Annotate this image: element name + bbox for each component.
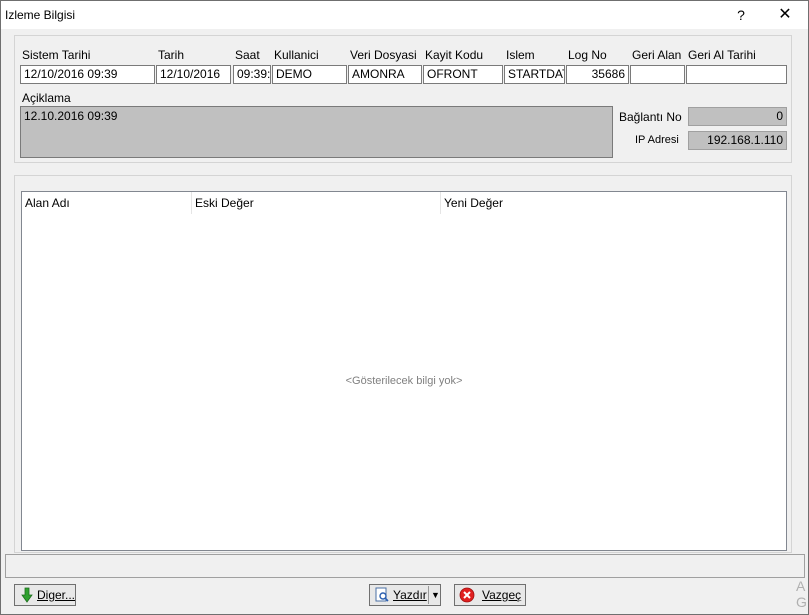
- column-header-yeni-deger[interactable]: Yeni Değer: [441, 192, 786, 214]
- label-tarih: Tarih: [158, 48, 185, 62]
- ip-adresi-field[interactable]: 192.168.1.110: [688, 131, 787, 150]
- green-down-arrow-icon: [21, 587, 33, 603]
- close-button[interactable]: ✕: [773, 5, 797, 25]
- print-preview-icon: [375, 587, 389, 602]
- status-bar: [5, 554, 805, 578]
- window-title: Izleme Bilgisi: [5, 8, 76, 22]
- izleme-bilgisi-window: Izleme Bilgisi ? ✕ Sistem Tarihi Tarih S…: [0, 0, 809, 615]
- label-sistem-tarihi: Sistem Tarihi: [22, 48, 91, 62]
- diger-button[interactable]: Diger...: [14, 584, 76, 606]
- kullanici-field[interactable]: DEMO: [272, 65, 347, 84]
- split-divider: [428, 586, 429, 604]
- label-veri-dosyasi: Veri Dosyasi: [350, 48, 417, 62]
- geri-al-tarihi-field[interactable]: [686, 65, 787, 84]
- label-aciklama: Açiklama: [22, 91, 71, 105]
- tarih-field[interactable]: 12/10/2016: [156, 65, 231, 84]
- label-baglanti-no: Bağlantı No: [619, 110, 682, 124]
- yazdir-button[interactable]: Yazdır ▼: [369, 584, 441, 606]
- log-no-field[interactable]: 35686: [566, 65, 629, 84]
- label-saat: Saat: [235, 48, 260, 62]
- label-geri-alan: Geri Alan: [632, 48, 682, 62]
- dropdown-arrow-icon[interactable]: ▼: [431, 585, 440, 605]
- kayit-kodu-field[interactable]: OFRONT: [423, 65, 503, 84]
- label-geri-al-tarihi: Geri Al Tarihi: [688, 48, 756, 62]
- label-islem: Islem: [506, 48, 535, 62]
- title-bar: Izleme Bilgisi ? ✕: [1, 1, 808, 29]
- cancel-icon: [459, 587, 475, 603]
- islem-field[interactable]: STARTDAT: [504, 65, 565, 84]
- diger-label: Diger...: [37, 588, 76, 602]
- sistem-tarihi-field[interactable]: 12/10/2016 09:39: [20, 65, 155, 84]
- veri-dosyasi-field[interactable]: AMONRA: [348, 65, 422, 84]
- aciklama-memo[interactable]: 12.10.2016 09:39: [20, 106, 613, 158]
- saat-field[interactable]: 09:39:: [233, 65, 271, 84]
- label-kayit-kodu: Kayit Kodu: [425, 48, 484, 62]
- corner-text: A G: [796, 578, 807, 610]
- column-header-eski-deger[interactable]: Eski Değer: [192, 192, 441, 214]
- changes-grid[interactable]: Alan Adı Eski Değer Yeni Değer <Gösteril…: [21, 191, 787, 551]
- grid-empty-text: <Gösterilecek bilgi yok>: [345, 375, 463, 387]
- geri-alan-field[interactable]: [630, 65, 685, 84]
- column-header-alan-adi[interactable]: Alan Adı: [22, 192, 192, 214]
- label-log-no: Log No: [568, 48, 607, 62]
- label-ip-adresi: IP Adresi: [635, 134, 679, 146]
- vazgec-button[interactable]: Vazgeç: [454, 584, 526, 606]
- vazgec-label: Vazgeç: [482, 588, 522, 602]
- label-kullanici: Kullanici: [274, 48, 319, 62]
- yazdir-label: Yazdır: [393, 588, 427, 602]
- help-button[interactable]: ?: [731, 5, 751, 25]
- baglanti-no-field[interactable]: 0: [688, 107, 787, 126]
